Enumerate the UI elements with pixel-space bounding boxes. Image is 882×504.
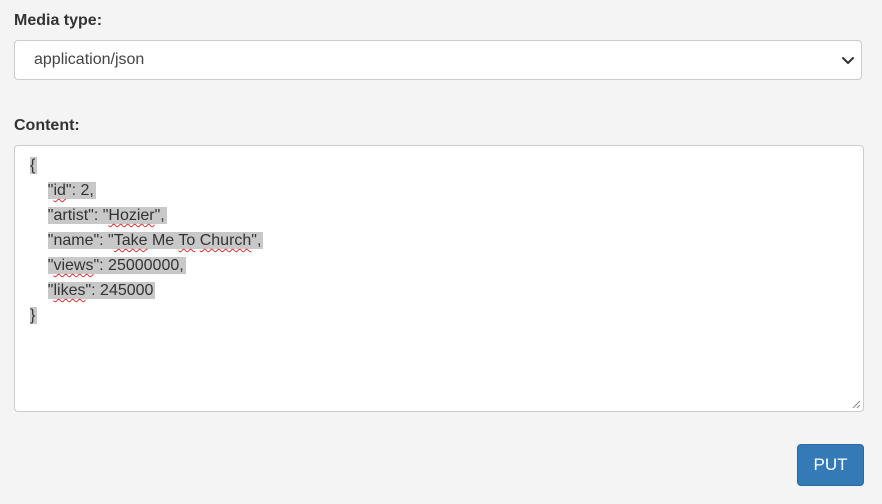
misspelled-word: Take — [113, 232, 148, 249]
content-line: { — [30, 153, 863, 178]
content-text: "name": " — [47, 232, 114, 249]
content-text: ": 25000000, — [93, 257, 184, 274]
resize-handle-icon[interactable] — [851, 399, 861, 409]
selected-text: "artist": "Hozier", — [47, 207, 167, 224]
content-text: ": 245000 — [85, 282, 154, 299]
chevron-down-icon — [842, 57, 854, 64]
content-line: "id": 2, — [30, 178, 863, 203]
misspelled-word: likes — [53, 282, 86, 299]
selected-text: } — [30, 307, 38, 324]
media-type-select[interactable]: application/json — [14, 40, 862, 80]
content-line: "artist": "Hozier", — [30, 203, 863, 228]
content-code: { "id": 2, "artist": "Hozier", "name": "… — [30, 153, 863, 328]
put-button[interactable]: PUT — [797, 444, 864, 486]
content-text: Me — [147, 232, 179, 249]
content-text: ", — [154, 207, 165, 224]
content-text: } — [30, 307, 36, 324]
selected-text: "id": 2, — [47, 182, 96, 199]
selected-text: "likes": 245000 — [47, 282, 156, 299]
misspelled-word: Church — [199, 232, 252, 249]
content-text: ": 2, — [65, 182, 94, 199]
content-line: "name": "Take Me To Church", — [30, 228, 863, 253]
content-text: "artist": " — [47, 207, 109, 224]
content-line: "views": 25000000, — [30, 253, 863, 278]
media-type-selected-value: application/json — [34, 51, 145, 68]
misspelled-word: To — [178, 232, 196, 249]
misspelled-word: id — [53, 182, 66, 199]
selected-text: "views": 25000000, — [47, 257, 186, 274]
selected-text: { — [30, 157, 38, 174]
content-line: } — [30, 303, 863, 328]
media-type-label: Media type: — [14, 12, 103, 29]
content-text: ", — [251, 232, 262, 249]
request-form: Media type: application/json Content: { … — [0, 0, 882, 504]
content-line: "likes": 245000 — [30, 278, 863, 303]
selected-text: "name": "Take Me To Church", — [47, 232, 264, 249]
misspelled-word: Hozier — [108, 207, 155, 224]
misspelled-word: views — [53, 257, 94, 274]
content-label: Content: — [14, 117, 80, 134]
content-textarea[interactable]: { "id": 2, "artist": "Hozier", "name": "… — [14, 145, 864, 412]
content-text: { — [30, 157, 36, 174]
